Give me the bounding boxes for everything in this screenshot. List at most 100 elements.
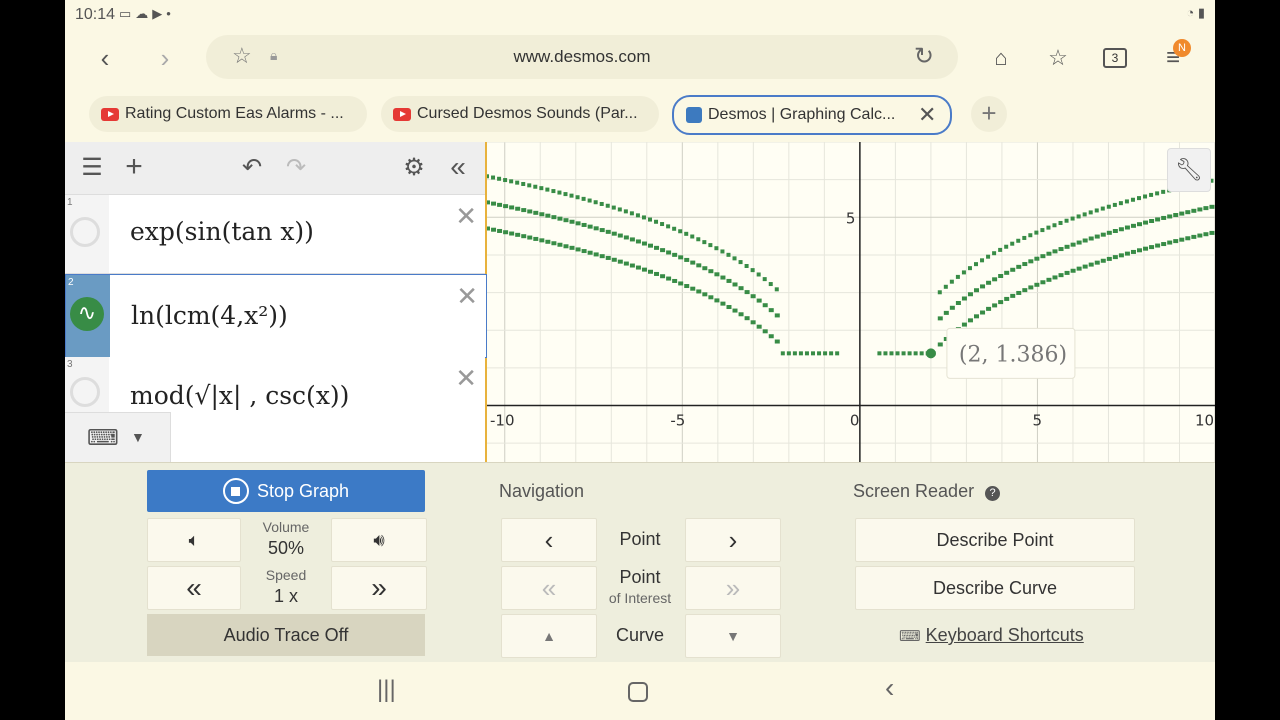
curve-point <box>569 219 575 224</box>
curve-point <box>581 222 587 227</box>
color-toggle-icon[interactable] <box>70 217 100 247</box>
prev-poi-button[interactable]: « <box>501 566 597 610</box>
home-button-icon[interactable] <box>628 682 648 702</box>
trace-point[interactable] <box>925 348 936 359</box>
volume-up-button[interactable]: 🔊︎ <box>331 518 427 562</box>
expression-math[interactable]: ln(lcm(4,x²)) <box>131 301 288 330</box>
curve-point <box>1118 201 1123 206</box>
status-notification-icons: ▭☁▶• <box>119 6 175 21</box>
expression-math[interactable]: exp(sin(tan x)) <box>130 217 314 246</box>
next-point-button[interactable]: › <box>685 518 781 562</box>
keyboard-shortcuts-link[interactable]: ⌨ Keyboard Shortcuts <box>899 625 1084 646</box>
bookmarks-icon[interactable]: ☆ <box>1040 40 1076 76</box>
expression-row-2[interactable]: 2 ∿ ln(lcm(4,x²)) ✕ <box>65 274 487 358</box>
curve-point <box>617 233 623 238</box>
graph-settings-wrench-icon[interactable]: 🔧︎ <box>1167 148 1211 192</box>
curve-point <box>672 278 678 283</box>
curve-point <box>1094 260 1100 265</box>
curve-point <box>503 204 509 209</box>
audio-trace-toggle[interactable]: Audio Trace Off <box>147 614 425 656</box>
prev-point-button[interactable]: ‹ <box>501 518 597 562</box>
prev-curve-button[interactable]: ▲ <box>501 614 597 658</box>
curve-point <box>557 190 562 195</box>
android-nav-bar: ||| ‹ <box>65 662 1215 720</box>
tab-cursed-desmos[interactable]: Cursed Desmos Sounds (Par... <box>381 96 659 132</box>
graph-svg[interactable]: -10 -5 0 5 10 5 (2, 1.386) <box>485 141 1215 462</box>
settings-gear-icon[interactable]: ⚙ <box>399 152 429 182</box>
curve-point <box>660 248 666 253</box>
curve-point <box>726 278 732 283</box>
curve-point <box>955 300 961 305</box>
curve-point <box>1076 266 1082 271</box>
color-toggle-icon[interactable] <box>70 377 100 407</box>
curve-point <box>1052 223 1057 228</box>
address-bar[interactable]: ☆ 🔒︎ www.desmos.com ↻ <box>206 35 958 79</box>
expression-math[interactable]: mod(√|x| , csc(x)) <box>130 381 349 410</box>
volume-down-button[interactable]: 🔈︎ <box>147 518 241 562</box>
help-icon[interactable]: ? <box>985 486 1001 501</box>
tab-strip: Rating Custom Eas Alarms - ... Cursed De… <box>65 92 1215 136</box>
curve-point <box>1094 234 1100 239</box>
collapse-list-icon[interactable]: « <box>443 151 473 182</box>
curve-point <box>666 276 672 281</box>
describe-point-button[interactable]: Describe Point <box>855 518 1135 562</box>
curve-point <box>678 229 683 234</box>
delete-expression-icon[interactable]: ✕ <box>455 201 477 232</box>
hamburger-menu-icon[interactable]: ☰ <box>77 152 107 182</box>
curve-point <box>1070 216 1075 221</box>
redo-icon[interactable]: ↷ <box>281 152 311 182</box>
curve-point <box>485 200 490 205</box>
url-text: www.desmos.com <box>513 47 651 66</box>
curve-point <box>1076 214 1081 219</box>
curve-point <box>635 213 640 218</box>
forward-icon[interactable]: › <box>147 40 183 76</box>
add-expression-icon[interactable]: + <box>119 150 149 183</box>
curve-point <box>949 279 954 284</box>
curve-point <box>986 254 991 259</box>
new-tab-icon[interactable]: + <box>971 96 1007 132</box>
stop-graph-button[interactable]: Stop Graph <box>147 470 425 512</box>
keyboard-toggle[interactable]: ⌨ ▼ <box>65 412 171 463</box>
curve-point <box>557 242 563 247</box>
audio-wave-icon[interactable]: ∿ <box>70 297 104 331</box>
chevron-right-icon: › <box>728 524 738 555</box>
double-chevron-left-icon: « <box>541 572 557 603</box>
curve-point <box>877 351 882 356</box>
curve-point <box>684 231 689 236</box>
expression-row-1[interactable]: 1 exp(sin(tan x)) ✕ <box>65 195 485 274</box>
curve-point <box>515 180 520 185</box>
reload-icon[interactable]: ↻ <box>914 42 934 71</box>
curve-point <box>1034 230 1039 235</box>
tab-rating-alarms[interactable]: Rating Custom Eas Alarms - ... <box>89 96 367 132</box>
tab-label: Rating Custom Eas Alarms - ... <box>125 105 344 122</box>
curve-point <box>1130 223 1136 228</box>
curve-point <box>696 289 702 294</box>
describe-curve-button[interactable]: Describe Curve <box>855 566 1135 610</box>
next-curve-button[interactable]: ▼ <box>685 614 781 658</box>
expression-list: ☰ + ↶ ↷ ⚙ « 1 exp(sin(tan x)) ✕ 2 ∿ ln(l… <box>65 142 487 463</box>
curve-point <box>617 259 623 264</box>
close-tab-icon[interactable]: ✕ <box>918 102 936 128</box>
curve-point <box>539 212 545 217</box>
speed-down-button[interactable]: « <box>147 566 241 610</box>
curve-point <box>762 303 768 308</box>
curve-point <box>629 237 635 242</box>
next-poi-button[interactable]: » <box>685 566 781 610</box>
curve-point <box>527 209 533 214</box>
curve-point <box>1112 229 1118 234</box>
back-icon[interactable]: ‹ <box>87 40 123 76</box>
curve-point <box>1058 273 1064 278</box>
delete-expression-icon[interactable]: ✕ <box>456 281 478 312</box>
recent-apps-icon[interactable]: ||| <box>377 676 396 704</box>
triangle-up-icon: ▲ <box>542 628 556 644</box>
speed-up-button[interactable]: » <box>331 566 427 610</box>
undo-icon[interactable]: ↶ <box>237 152 267 182</box>
delete-expression-icon[interactable]: ✕ <box>455 363 477 394</box>
graph-paper[interactable]: -10 -5 0 5 10 5 (2, 1.386) 🔧︎ <box>485 141 1215 462</box>
tabs-icon[interactable]: 3 <box>1097 40 1133 76</box>
tab-desmos[interactable]: Desmos | Graphing Calc... ✕ <box>672 95 952 135</box>
back-nav-icon[interactable]: ‹ <box>885 672 894 704</box>
curve-point <box>1070 268 1076 273</box>
curve-point <box>533 236 539 241</box>
home-icon[interactable]: ⌂ <box>983 40 1019 76</box>
